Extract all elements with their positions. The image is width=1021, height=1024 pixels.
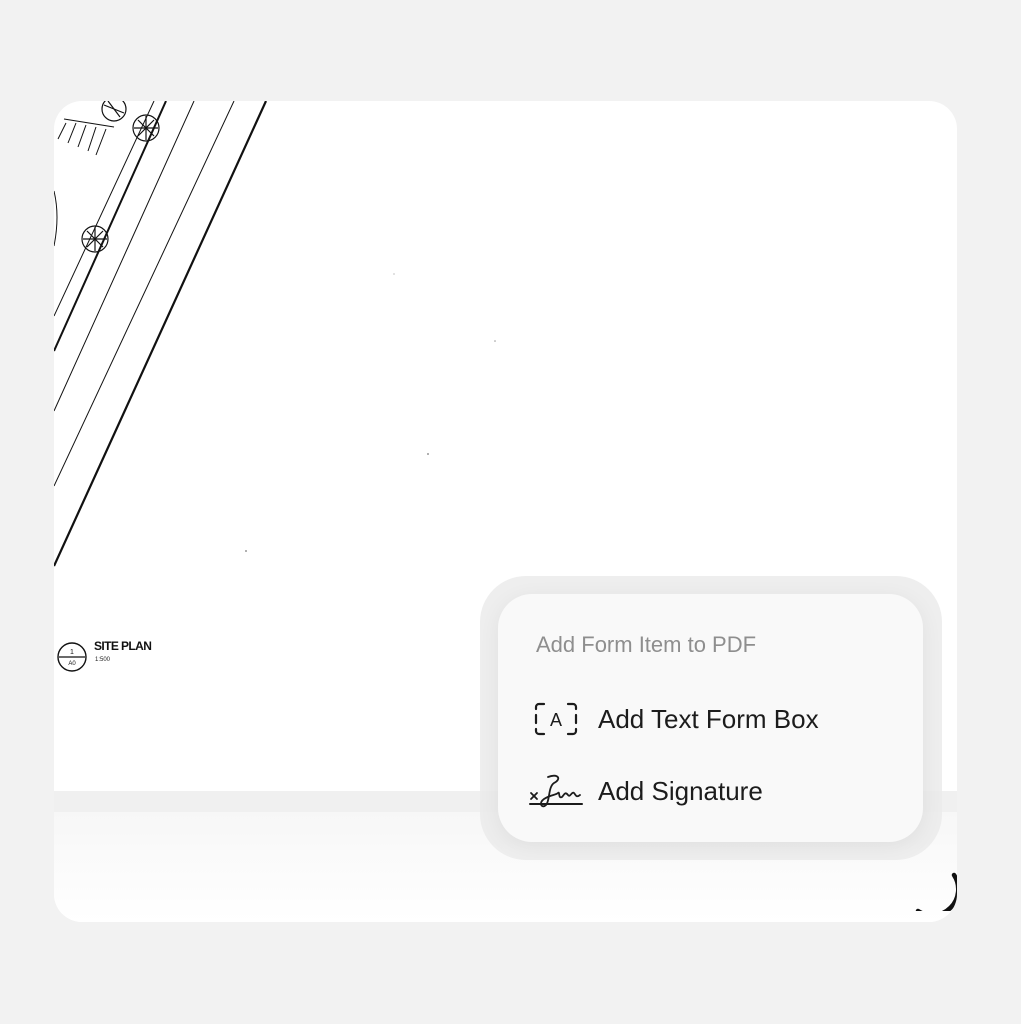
add-signature-label: Add Signature — [598, 775, 763, 806]
section-marker-icon: 1 A0 — [57, 642, 87, 672]
text-box-icon: A — [526, 699, 586, 739]
form-item-menu: Add Form Item to PDF A Add Text Form Box… — [498, 594, 923, 842]
menu-title: Add Form Item to PDF — [536, 632, 757, 657]
site-plan-title: SITE PLAN — [94, 639, 152, 653]
marker-sheet: A0 — [68, 661, 76, 667]
text-box-icon-glyph: A — [550, 710, 562, 730]
add-signature-button[interactable]: Add Signature — [526, 764, 906, 818]
corner-resize-icon[interactable] — [912, 861, 957, 911]
add-text-form-box-label: Add Text Form Box — [598, 703, 819, 734]
marker-number: 1 — [70, 649, 74, 656]
add-text-form-box-button[interactable]: A Add Text Form Box — [526, 692, 906, 746]
signature-icon — [526, 771, 586, 811]
site-plan-scale: 1:500 — [95, 657, 111, 663]
